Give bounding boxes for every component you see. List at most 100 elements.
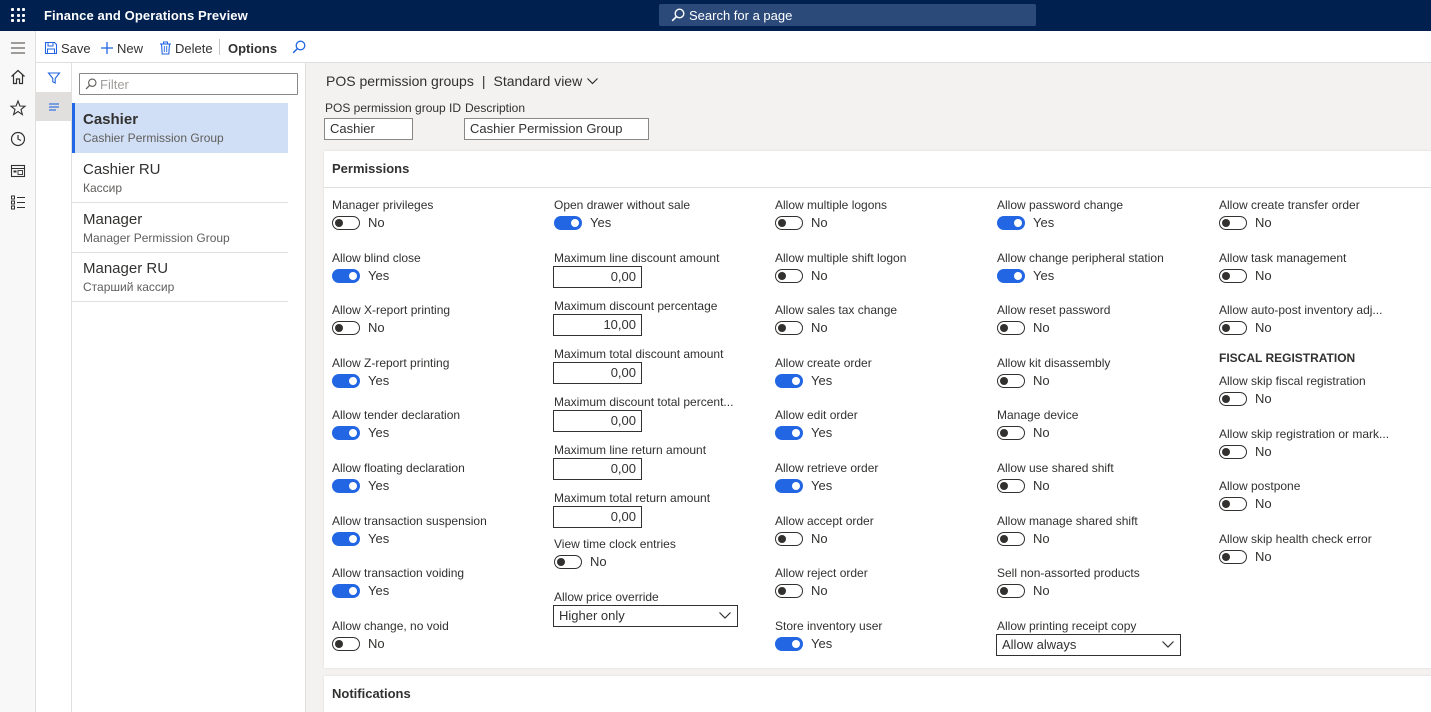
save-label: Save: [61, 40, 91, 56]
allow-floating-declaration-toggle[interactable]: [332, 479, 360, 493]
maximum-line-discount-amount-input[interactable]: 0,00: [553, 266, 642, 288]
allow-blind-close-toggle[interactable]: [332, 269, 360, 283]
hamburger-menu-icon[interactable]: [9, 39, 27, 57]
allow-postpone-toggle[interactable]: [1219, 497, 1247, 511]
allow-create-order-toggle[interactable]: [775, 374, 803, 388]
list-item[interactable]: Manager RU Старший кассир: [72, 252, 288, 302]
search-box[interactable]: Search for a page: [659, 4, 1036, 26]
allow-create-transfer-order-value: No: [1255, 215, 1272, 230]
allow-change-peripheral-station-value: Yes: [1033, 268, 1055, 283]
allow-z-report-printing-toggle[interactable]: [332, 374, 360, 388]
delete-button[interactable]: Delete: [159, 39, 213, 57]
list-item[interactable]: Cashier Cashier Permission Group: [72, 103, 288, 153]
allow-manage-shared-shift-toggle[interactable]: [997, 532, 1025, 546]
view-time-clock-entries-label: View time clock entries: [554, 537, 676, 551]
maximum-total-return-amount-label: Maximum total return amount: [554, 491, 711, 505]
allow-x-report-printing-toggle[interactable]: [332, 321, 360, 335]
recent-clock-icon[interactable]: [9, 130, 27, 148]
allow-skip-registration-or-mark-toggle[interactable]: [1219, 445, 1247, 459]
list-filter-input[interactable]: [100, 76, 290, 92]
maximum-discount-total-percent-input[interactable]: 0,00: [553, 410, 642, 432]
new-label: New: [117, 40, 144, 56]
workspaces-icon[interactable]: [9, 162, 27, 180]
delete-label: Delete: [175, 40, 213, 56]
options-tab[interactable]: Options: [228, 39, 277, 57]
allow-kit-disassembly-toggle[interactable]: [997, 374, 1025, 388]
allow-reject-order-toggle[interactable]: [775, 584, 803, 598]
list-item-subtitle: Manager Permission Group: [83, 231, 230, 245]
allow-skip-fiscal-registration-toggle[interactable]: [1219, 392, 1247, 406]
list-item[interactable]: Cashier RU Кассир: [72, 153, 288, 203]
manage-device-label: Manage device: [997, 408, 1079, 422]
modules-list-icon[interactable]: [9, 193, 27, 211]
description-label: Description: [465, 101, 526, 115]
allow-z-report-printing-label: Allow Z-report printing: [332, 356, 450, 370]
sell-non-assorted-products-toggle[interactable]: [997, 584, 1025, 598]
maximum-line-return-amount-input[interactable]: 0,00: [553, 458, 642, 480]
allow-transaction-voiding-label: Allow transaction voiding: [332, 566, 465, 580]
allow-transaction-suspension-toggle[interactable]: [332, 532, 360, 546]
maximum-discount-percentage-input[interactable]: 10,00: [553, 314, 642, 336]
app-title: Finance and Operations Preview: [44, 8, 248, 23]
allow-retrieve-order-value: Yes: [811, 478, 833, 493]
allow-edit-order-toggle[interactable]: [775, 426, 803, 440]
allow-password-change-value: Yes: [1033, 215, 1055, 230]
maximum-line-return-amount-label: Maximum line return amount: [554, 443, 707, 457]
store-inventory-user-toggle[interactable]: [775, 637, 803, 651]
save-button[interactable]: Save: [44, 39, 91, 57]
allow-change-peripheral-station-toggle[interactable]: [997, 269, 1025, 283]
allow-reset-password-toggle[interactable]: [997, 321, 1025, 335]
view-time-clock-entries-toggle[interactable]: [554, 555, 582, 569]
list-item[interactable]: Manager Manager Permission Group: [72, 203, 288, 253]
allow-use-shared-shift-toggle[interactable]: [997, 479, 1025, 493]
maximum-total-return-amount-input[interactable]: 0,00: [553, 506, 642, 528]
manage-device-toggle[interactable]: [997, 426, 1025, 440]
list-item-subtitle: Cashier Permission Group: [83, 131, 224, 145]
allow-multiple-shift-logon-toggle[interactable]: [775, 269, 803, 283]
app-launcher-icon[interactable]: [11, 8, 25, 22]
allow-z-report-printing-value: Yes: [368, 373, 390, 388]
allow-reject-order-label: Allow reject order: [775, 566, 868, 580]
allow-create-transfer-order-toggle[interactable]: [1219, 216, 1247, 230]
maximum-total-discount-amount-input[interactable]: 0,00: [553, 362, 642, 384]
home-icon[interactable]: [9, 68, 27, 86]
manager-privileges-value: No: [368, 215, 385, 230]
manager-privileges-toggle[interactable]: [332, 216, 360, 230]
permissions-title[interactable]: Permissions: [332, 161, 409, 176]
allow-multiple-shift-logon-value: No: [811, 268, 828, 283]
allow-password-change-label: Allow password change: [997, 198, 1124, 212]
allow-password-change-toggle[interactable]: [997, 216, 1025, 230]
allow-accept-order-label: Allow accept order: [775, 514, 874, 528]
page-title: POS permission groups: [326, 73, 474, 89]
allow-retrieve-order-toggle[interactable]: [775, 479, 803, 493]
show-list-button[interactable]: [36, 92, 71, 121]
open-drawer-without-sale-toggle[interactable]: [554, 216, 582, 230]
description-field[interactable]: Cashier Permission Group: [464, 118, 649, 140]
new-button[interactable]: New: [100, 39, 143, 57]
filter-button[interactable]: [36, 63, 71, 92]
view-selector[interactable]: Standard view: [493, 73, 599, 89]
allow-sales-tax-change-toggle[interactable]: [775, 321, 803, 335]
allow-edit-order-value: Yes: [811, 425, 833, 440]
list-filter-box[interactable]: [79, 73, 298, 95]
allow-multiple-logons-toggle[interactable]: [775, 216, 803, 230]
open-drawer-without-sale-label: Open drawer without sale: [554, 198, 691, 212]
favorites-star-icon[interactable]: [9, 99, 27, 117]
allow-task-management-toggle[interactable]: [1219, 269, 1247, 283]
list-filter-strip: [36, 63, 72, 712]
group-id-field[interactable]: Cashier: [324, 118, 413, 140]
allow-skip-health-check-error-toggle[interactable]: [1219, 550, 1247, 564]
maximum-discount-percentage-label: Maximum discount percentage: [554, 299, 718, 313]
allow-auto-post-inventory-adj-toggle[interactable]: [1219, 321, 1247, 335]
allow-price-override-select[interactable]: Higher only: [553, 605, 738, 627]
allow-printing-receipt-copy-select[interactable]: Allow always: [996, 634, 1181, 656]
card-divider: [324, 187, 1431, 188]
allow-accept-order-toggle[interactable]: [775, 532, 803, 546]
allow-edit-order-label: Allow edit order: [775, 408, 858, 422]
search-icon: [671, 8, 685, 22]
allow-transaction-voiding-toggle[interactable]: [332, 584, 360, 598]
allow-change-no-void-toggle[interactable]: [332, 637, 360, 651]
notifications-title[interactable]: Notifications: [332, 686, 411, 701]
action-search-icon[interactable]: [292, 40, 306, 54]
allow-tender-declaration-toggle[interactable]: [332, 426, 360, 440]
